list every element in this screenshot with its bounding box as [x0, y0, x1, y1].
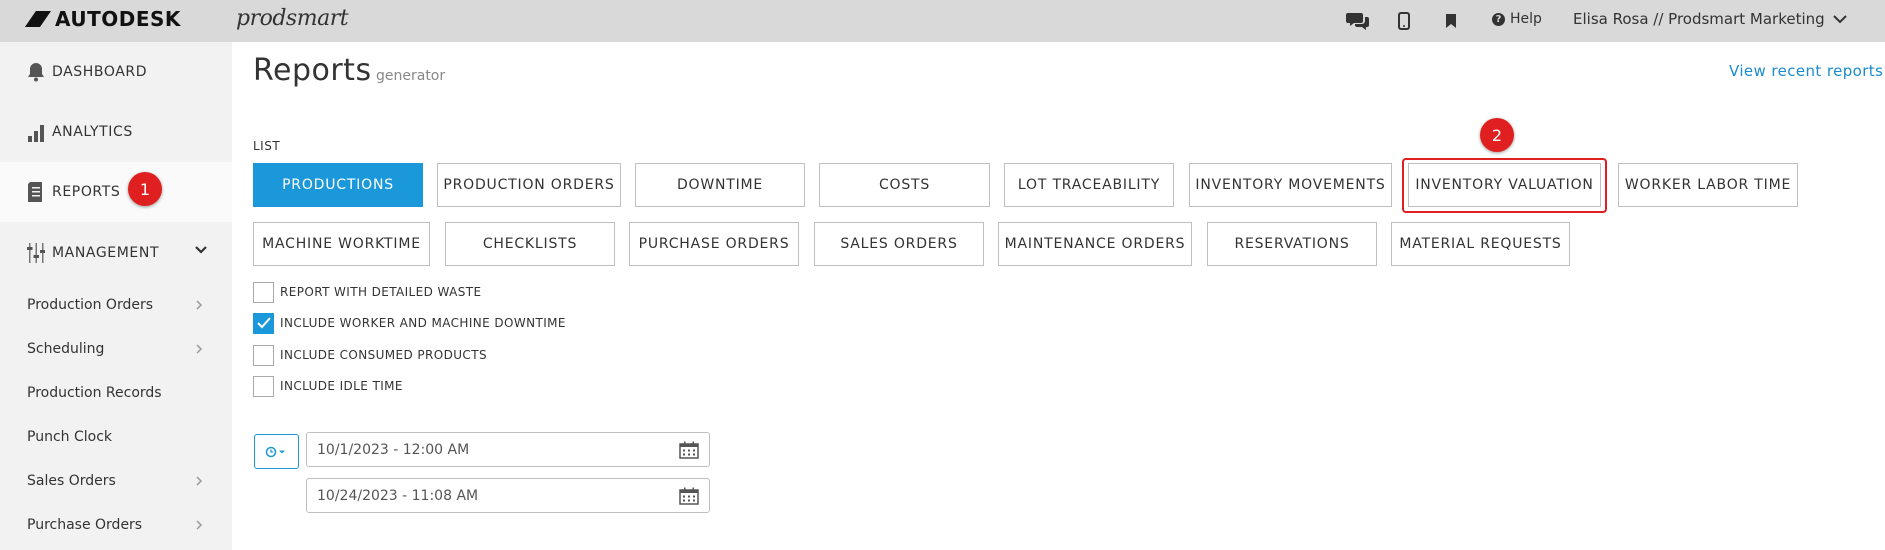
- option-label: INCLUDE CONSUMED PRODUCTS: [280, 348, 487, 362]
- checkbox[interactable]: [253, 312, 274, 334]
- report-maintenance-orders-button[interactable]: MAINTENANCE ORDERS: [998, 222, 1192, 266]
- checkbox[interactable]: [253, 375, 274, 397]
- report-costs-button[interactable]: COSTS: [819, 163, 990, 207]
- option-label: INCLUDE IDLE TIME: [280, 379, 403, 393]
- product-logo[interactable]: prodsmart: [236, 6, 349, 31]
- report-inventory-movements-button[interactable]: INVENTORY MOVEMENTS: [1189, 163, 1392, 207]
- chat-icon[interactable]: [1346, 10, 1370, 32]
- start-date-value: 10/1/2023 - 12:00 AM: [317, 441, 470, 458]
- sidebar-item-scheduling[interactable]: Scheduling: [0, 327, 232, 371]
- chevron-right-icon: [196, 520, 203, 530]
- date-preset-dropdown[interactable]: [254, 434, 299, 469]
- chevron-right-icon: [196, 300, 203, 310]
- view-recent-reports-link[interactable]: View recent reports: [1729, 62, 1883, 80]
- report-productions-button[interactable]: PRODUCTIONS: [253, 163, 423, 207]
- chevron-down-icon: [195, 246, 207, 254]
- sidebar-item-label: ANALYTICS: [52, 124, 133, 140]
- sidebar-sub-label: Purchase Orders: [27, 517, 143, 533]
- sidebar-item-production-orders[interactable]: Production Orders: [0, 283, 232, 327]
- help-icon: ?: [1492, 12, 1505, 26]
- bookmark-icon[interactable]: [1439, 10, 1463, 32]
- report-machine-worktime-button[interactable]: MACHINE WORKTIME: [253, 222, 430, 266]
- annotation-badge-1: 1: [128, 172, 162, 206]
- option-detailed-waste[interactable]: REPORT WITH DETAILED WASTE: [253, 281, 481, 303]
- chevron-right-icon: [196, 476, 203, 486]
- autodesk-logo[interactable]: AUTODESK: [25, 7, 181, 31]
- report-reservations-button[interactable]: RESERVATIONS: [1207, 222, 1377, 266]
- checkbox[interactable]: [253, 344, 274, 366]
- page-subtitle: generator: [376, 68, 446, 84]
- option-idle-time[interactable]: INCLUDE IDLE TIME: [253, 375, 403, 397]
- sidebar-item-management[interactable]: MANAGEMENT: [0, 223, 232, 283]
- help-label: Help: [1510, 11, 1542, 27]
- report-icon: [26, 181, 46, 203]
- option-label: REPORT WITH DETAILED WASTE: [280, 285, 482, 299]
- sidebar-item-purchase-orders[interactable]: Purchase Orders: [0, 503, 232, 547]
- chevron-right-icon: [196, 344, 203, 354]
- mobile-icon[interactable]: [1392, 10, 1416, 32]
- end-date-input[interactable]: 10/24/2023 - 11:08 AM: [306, 478, 710, 513]
- sidebar-sub-label: Scheduling: [27, 341, 105, 357]
- report-production-orders-button[interactable]: PRODUCTION ORDERS: [437, 163, 621, 207]
- sidebar-sub-label: Punch Clock: [27, 429, 112, 445]
- end-date-value: 10/24/2023 - 11:08 AM: [317, 487, 479, 504]
- sidebar-item-label: DASHBOARD: [52, 64, 148, 80]
- sidebar-sub-label: Production Orders: [27, 297, 154, 313]
- sidebar-item-production-records[interactable]: Production Records: [0, 371, 232, 415]
- calendar-icon[interactable]: [679, 487, 699, 505]
- sidebar-item-label: REPORTS: [52, 184, 121, 200]
- annotation-highlight-box: [1402, 158, 1607, 213]
- calendar-icon[interactable]: [679, 441, 699, 459]
- page-title: Reports: [253, 53, 372, 88]
- sidebar-sub-label: Production Records: [27, 385, 162, 401]
- autodesk-mark-icon: [25, 11, 51, 27]
- option-worker-machine-downtime[interactable]: INCLUDE WORKER AND MACHINE DOWNTIME: [253, 312, 566, 334]
- checkbox[interactable]: [253, 281, 274, 303]
- bell-icon: [26, 61, 46, 83]
- bar-chart-icon: [26, 121, 46, 143]
- report-checklists-button[interactable]: CHECKLISTS: [445, 222, 615, 266]
- report-sales-orders-button[interactable]: SALES ORDERS: [814, 222, 984, 266]
- sidebar-item-dashboard[interactable]: DASHBOARD: [0, 42, 232, 102]
- report-lot-traceability-button[interactable]: LOT TRACEABILITY: [1004, 163, 1174, 207]
- report-worker-labor-time-button[interactable]: WORKER LABOR TIME: [1618, 163, 1798, 207]
- option-label: INCLUDE WORKER AND MACHINE DOWNTIME: [280, 316, 566, 330]
- help-link[interactable]: ? Help: [1492, 11, 1542, 27]
- chevron-down-icon: [1832, 15, 1847, 24]
- annotation-badge-2: 2: [1480, 118, 1514, 152]
- list-label: LIST: [253, 139, 281, 153]
- report-material-requests-button[interactable]: MATERIAL REQUESTS: [1391, 222, 1570, 266]
- sidebar-item-punch-clock[interactable]: Punch Clock: [0, 415, 232, 459]
- brand-name: AUTODESK: [55, 7, 181, 31]
- user-label: Elisa Rosa // Prodsmart Marketing: [1573, 10, 1825, 28]
- report-purchase-orders-button[interactable]: PURCHASE ORDERS: [629, 222, 799, 266]
- sidebar: DASHBOARD ANALYTICS REPORTS MANAGEMENT P…: [0, 42, 232, 550]
- checkmark-icon: [256, 317, 271, 329]
- report-downtime-button[interactable]: DOWNTIME: [635, 163, 805, 207]
- sliders-icon: [26, 242, 46, 264]
- top-bar: AUTODESK prodsmart ? Help Elisa Rosa // …: [0, 0, 1885, 42]
- start-date-input[interactable]: 10/1/2023 - 12:00 AM: [306, 432, 710, 467]
- user-menu[interactable]: Elisa Rosa // Prodsmart Marketing: [1573, 10, 1847, 28]
- sidebar-item-reports[interactable]: REPORTS: [0, 162, 232, 222]
- sidebar-item-analytics[interactable]: ANALYTICS: [0, 102, 232, 162]
- clock-icon: [265, 446, 285, 457]
- sidebar-item-label: MANAGEMENT: [52, 245, 160, 261]
- sidebar-item-sales-orders[interactable]: Sales Orders: [0, 459, 232, 503]
- option-consumed-products[interactable]: INCLUDE CONSUMED PRODUCTS: [253, 344, 487, 366]
- sidebar-sub-label: Sales Orders: [27, 473, 116, 489]
